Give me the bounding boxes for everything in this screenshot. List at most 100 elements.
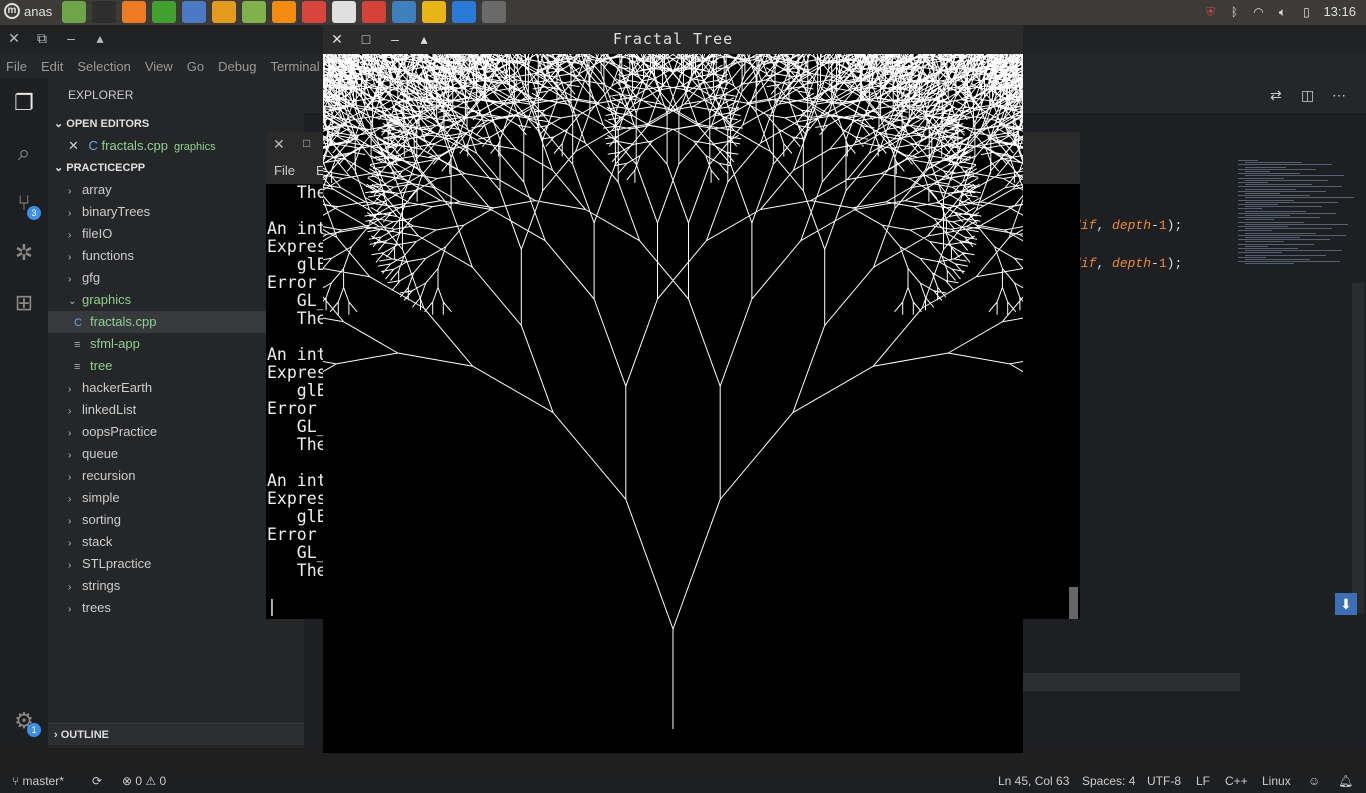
menu-file[interactable]: File [6, 59, 27, 74]
chevron-right-icon: › [54, 729, 61, 741]
wifi-icon[interactable]: ◠ [1251, 5, 1265, 19]
folder-label: fileIO [82, 226, 113, 241]
cpp-file-icon: C [74, 317, 82, 329]
tree-titlebar: ✕ □ – ▴ Fractal Tree [323, 25, 1023, 54]
menu-selection[interactable]: Selection [77, 59, 130, 74]
search-icon[interactable]: ⌕ [9, 138, 39, 168]
window-title: Fractal Tree [612, 30, 734, 48]
clock[interactable]: 13:16 [1323, 4, 1356, 19]
text-file-icon: ≡ [74, 361, 81, 373]
reader-icon[interactable] [362, 1, 386, 23]
terminal-icon[interactable] [92, 1, 116, 23]
folder-label: stack [82, 534, 113, 549]
user-menu[interactable]: m anas [4, 3, 52, 19]
file-label: tree [90, 358, 113, 373]
feedback-icon[interactable]: ☺ [1308, 774, 1320, 788]
chevron-right-icon: › [68, 406, 72, 417]
terminal-scrollbar[interactable] [1069, 587, 1078, 619]
split-editor-icon[interactable]: ◫ [1301, 87, 1314, 104]
folder-label: trees [82, 600, 111, 615]
chevron-right-icon: › [68, 274, 72, 285]
open-file-dir: graphics [174, 141, 216, 153]
shield-icon[interactable]: ⛨ [1203, 5, 1217, 19]
restore-icon[interactable]: ⧉ [34, 30, 50, 46]
folder-label: strings [82, 578, 121, 593]
outline-section[interactable]: › OUTLINE [48, 723, 304, 745]
atom-icon[interactable] [182, 1, 206, 23]
fractal-tree-canvas [323, 54, 1023, 729]
firefox-icon[interactable] [122, 1, 146, 23]
mysql-icon[interactable] [392, 1, 416, 23]
chevron-right-icon: › [68, 604, 72, 615]
folder-label: queue [82, 446, 119, 461]
vlc-icon[interactable] [272, 1, 296, 23]
status-bar: ⑂ master* ⟳ ⊗ 0 ⚠ 0 Ln 45, Col 63 Spaces… [0, 770, 1366, 793]
chevron-down-icon: ⌄ [54, 162, 67, 174]
close-icon[interactable]: ✕ [273, 136, 285, 153]
menu-edit[interactable]: Edit [41, 59, 63, 74]
menu-go[interactable]: Go [187, 59, 204, 74]
problems-status[interactable]: ⊗ 0 ⚠ 0 [122, 774, 166, 788]
menu: File Edit Selection View Go Debug Terminal [0, 54, 330, 78]
window-icon[interactable] [482, 1, 506, 23]
scroll-down-icon[interactable]: ⬇ [1335, 593, 1357, 615]
folder-icon[interactable] [242, 1, 266, 23]
music-icon[interactable] [332, 1, 356, 23]
folder-label: functions [82, 248, 135, 263]
extensions-icon[interactable]: ⊞ [9, 288, 39, 318]
encoding-status[interactable]: UTF-8 [1147, 774, 1181, 788]
text-file-icon: ≡ [74, 339, 81, 351]
cursor-position[interactable]: Ln 45, Col 63 [998, 774, 1069, 788]
close-icon[interactable]: ✕ [6, 30, 22, 46]
compare-icon[interactable]: ⇄ [1270, 87, 1282, 104]
maximize-icon[interactable]: □ [303, 136, 310, 150]
fractal-tree-window[interactable]: ✕ □ – ▴ Fractal Tree [323, 25, 1023, 753]
chrome-icon[interactable] [422, 1, 446, 23]
branch-status[interactable]: ⑂ master* [12, 774, 64, 788]
chevron-down-icon: ⌄ [68, 296, 77, 307]
files-icon[interactable] [62, 1, 86, 23]
file-label: sfml-app [90, 336, 140, 351]
mint-logo-icon: m [4, 3, 20, 19]
sublime-icon[interactable] [212, 1, 236, 23]
tree-branches [323, 54, 1023, 729]
os-status[interactable]: Linux [1262, 774, 1291, 788]
battery-icon[interactable]: ▯ [1299, 5, 1313, 19]
explorer-title: EXPLORER [68, 88, 134, 102]
folder-label: gfg [82, 270, 101, 285]
menu-view[interactable]: View [145, 59, 173, 74]
more-actions-icon[interactable]: ⋯ [1332, 87, 1346, 104]
minimap[interactable] [1238, 160, 1356, 270]
bell-icon[interactable]: 🔔︎ [1338, 774, 1353, 788]
volume-icon[interactable]: 🔈︎ [1275, 5, 1289, 19]
open-file-name: fractals.cpp [101, 138, 169, 153]
close-icon[interactable]: ✕ [68, 138, 79, 153]
vscode-icon[interactable] [452, 1, 476, 23]
menu-file[interactable]: File [274, 163, 295, 178]
debug-icon[interactable]: ✲ [9, 238, 39, 268]
cpp-file-icon: C [88, 138, 98, 153]
apps-icon[interactable] [302, 1, 326, 23]
bluetooth-icon[interactable]: ᛒ [1227, 5, 1241, 19]
chevron-right-icon: › [68, 384, 72, 395]
editor-scrollbar[interactable] [1352, 283, 1364, 613]
file-label: fractals.cpp [90, 314, 157, 329]
maximize-icon[interactable]: ▴ [92, 30, 108, 46]
menu-terminal[interactable]: Terminal [270, 59, 319, 74]
explorer-icon[interactable]: ❐ [9, 88, 39, 118]
qt-icon[interactable] [152, 1, 176, 23]
folder-label: STLpractice [82, 556, 152, 571]
chevron-right-icon: › [68, 494, 72, 505]
folder-label: graphics [82, 292, 132, 307]
language-status[interactable]: C++ [1225, 774, 1248, 788]
chevron-right-icon: › [68, 516, 72, 527]
sync-icon[interactable]: ⟳ [92, 774, 102, 788]
minimize-icon[interactable]: – [63, 30, 79, 46]
top-panel: m anas ⛨ ᛒ ◠ 🔈︎ ▯ 13:16 [0, 0, 1366, 25]
eol-status[interactable]: LF [1196, 774, 1210, 788]
folder-label: array [82, 182, 112, 197]
folder-label: linkedList [82, 402, 137, 417]
menu-debug[interactable]: Debug [218, 59, 256, 74]
indent-status[interactable]: Spaces: 4 [1082, 774, 1135, 788]
scm-badge: 3 [27, 206, 41, 220]
